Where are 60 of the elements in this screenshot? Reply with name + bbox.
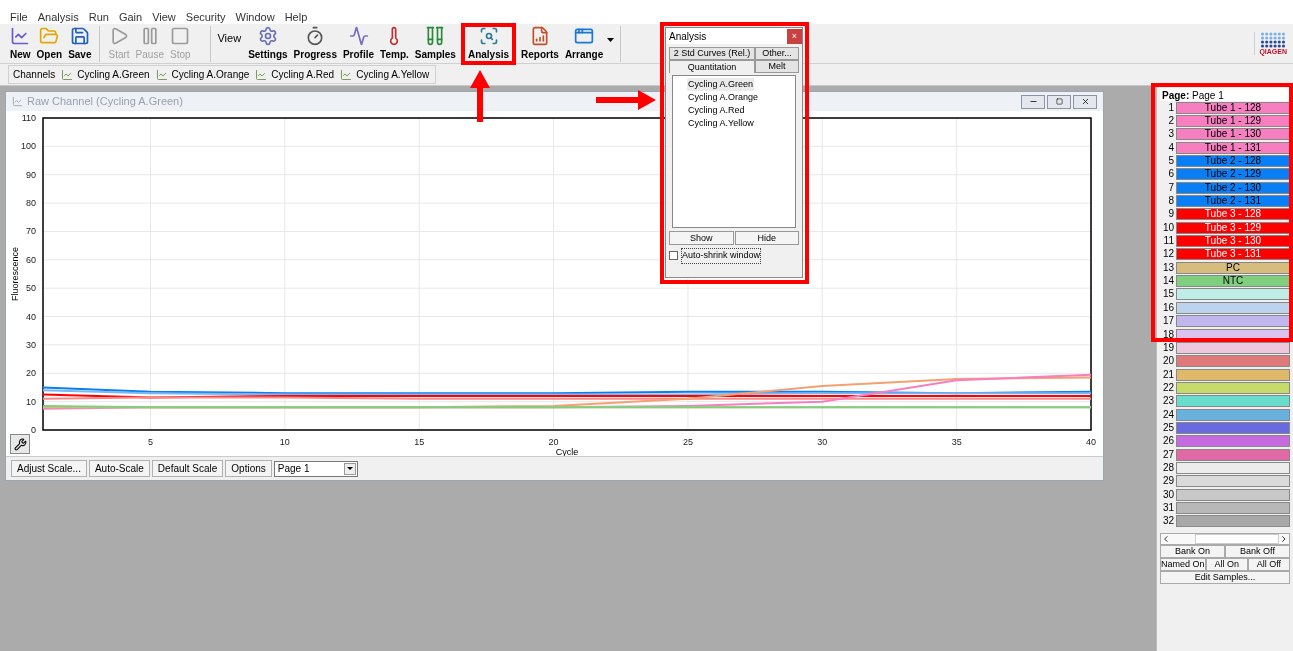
view-label: View [217,30,242,46]
row-number: 8 [1167,196,1175,207]
dialog-title: Analysis [668,29,707,44]
y-tick-label: 90 [26,169,36,180]
y-axis-label: Fluorescence [10,247,20,301]
row-number: 23 [1161,396,1175,407]
y-tick-label: 100 [20,141,36,152]
row-number: 31 [1161,503,1175,513]
x-axis-label: Cycle [555,447,579,456]
row-number: 19 [1161,342,1175,353]
row-number: 28 [1161,462,1175,473]
x-tick-label: 5 [148,437,153,447]
checkbox-label: Auto-shrink window [681,248,762,264]
row-number: 1 [1167,102,1175,113]
y-tick-label: 0 [31,425,36,435]
x-tick-label: 40 [1086,437,1096,447]
x-tick-label: 30 [817,437,828,447]
y-tick-label: 80 [26,198,36,209]
row-number: 22 [1161,382,1175,393]
row-number: 14 [1161,276,1175,287]
row-number: 15 [1161,289,1175,300]
x-tick-label: 15 [414,437,425,447]
channels-label: Channels [12,68,56,82]
row-number: 25 [1161,422,1175,433]
row-number: 26 [1161,436,1175,447]
y-tick-label: 50 [26,283,36,294]
row-number: 6 [1167,169,1175,180]
row-number: 18 [1161,329,1175,340]
row-number: 5 [1167,156,1175,167]
row-number: 11 [1162,236,1175,247]
y-tick-label: 110 [21,113,36,123]
row-number: 13 [1161,262,1175,273]
row-number: 2 [1167,116,1175,126]
row-number: 3 [1167,129,1175,140]
y-tick-label: 40 [26,311,36,322]
row-number: 21 [1161,369,1175,380]
row-number: 32 [1161,516,1175,527]
row-number: 12 [1161,249,1175,260]
y-tick-label: 60 [26,254,36,265]
x-tick-label: 10 [279,437,290,447]
row-number: 20 [1161,356,1175,367]
row-number: 27 [1161,449,1175,460]
row-number: 29 [1161,476,1175,487]
row-number: 24 [1161,409,1175,420]
x-tick-label: 25 [682,437,693,447]
row-number: 30 [1161,489,1175,500]
page-label: Page: Page 1 [1160,88,1290,101]
x-tick-label: 20 [548,437,559,447]
window-title: Raw Channel (Cycling A.Green) [27,94,183,110]
y-tick-label: 70 [26,226,36,237]
x-tick-label: 35 [951,437,962,447]
row-number: 16 [1161,302,1175,313]
y-tick-label: 10 [26,396,36,407]
row-number: 10 [1161,222,1175,233]
row-number: 4 [1167,142,1175,153]
row-number: 17 [1161,316,1175,327]
row-number: 7 [1167,182,1175,193]
y-tick-label: 20 [26,368,36,379]
row-number: 9 [1167,209,1175,220]
y-tick-label: 30 [26,339,36,350]
